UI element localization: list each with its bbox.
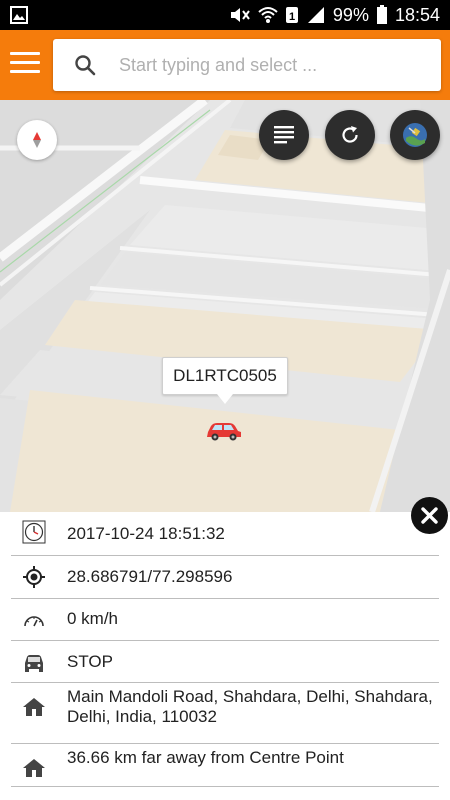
vehicle-details-panel: 2017-10-24 18:51:32 28.686791/77.298596 …	[0, 512, 450, 800]
search-icon	[75, 55, 96, 76]
battery-percent: 99%	[332, 4, 369, 25]
distance-value: 36.66 km far away from Centre Point	[67, 748, 344, 767]
coordinates-row: 28.686791/77.298596	[0, 556, 450, 598]
gps-icon	[23, 566, 45, 588]
datetime-value: 2017-10-24 18:51:32	[67, 524, 225, 543]
speed-value: 0 km/h	[67, 609, 119, 628]
compass-button[interactable]	[17, 120, 57, 160]
coordinates-value: 28.686791/77.298596	[67, 567, 233, 586]
home-icon	[23, 698, 45, 716]
car-marker[interactable]	[205, 418, 243, 442]
speedometer-icon	[24, 616, 44, 627]
gallery-icon	[10, 6, 28, 24]
app-bar	[0, 30, 450, 100]
search-bar[interactable]	[53, 39, 441, 91]
distance-row: 36.66 km far away from Centre Point	[0, 744, 450, 788]
close-button[interactable]	[411, 497, 448, 534]
home-icon	[23, 759, 45, 777]
status-time: 18:54	[394, 4, 440, 25]
satellite-button[interactable]	[390, 110, 440, 160]
status-row: STOP	[0, 641, 450, 683]
hamburger-icon[interactable]	[10, 52, 40, 78]
clock-icon	[22, 520, 46, 544]
address-row: Main Mandoli Road, Shahdara, Delhi, Shah…	[0, 683, 450, 743]
compass-icon	[33, 132, 41, 148]
list-icon	[274, 126, 294, 144]
vehicle-label-pointer	[217, 394, 233, 404]
sim-icon: 1	[285, 7, 298, 23]
signal-icon	[307, 7, 324, 23]
map-background	[0, 100, 450, 512]
status-value: STOP	[67, 652, 113, 671]
close-icon	[421, 507, 438, 524]
satellite-icon	[403, 123, 427, 147]
refresh-button[interactable]	[325, 110, 375, 160]
address-value: Main Mandoli Road, Shahdara, Delhi, Shah…	[67, 687, 433, 726]
divider	[11, 786, 439, 787]
status-bar: 1 99% 18:54	[0, 0, 450, 30]
battery-icon	[376, 5, 387, 24]
mute-icon	[230, 8, 250, 22]
speed-row: 0 km/h	[0, 599, 450, 641]
wifi-icon	[258, 7, 278, 23]
vehicle-label[interactable]: DL1RTC0505	[162, 357, 288, 395]
map-view[interactable]	[0, 100, 450, 512]
datetime-row: 2017-10-24 18:51:32	[0, 512, 450, 554]
car-icon	[207, 423, 241, 441]
list-button[interactable]	[259, 110, 309, 160]
search-input[interactable]	[119, 39, 429, 91]
car-icon	[25, 655, 43, 672]
refresh-icon	[342, 126, 358, 143]
sim-label: 1	[289, 11, 295, 23]
